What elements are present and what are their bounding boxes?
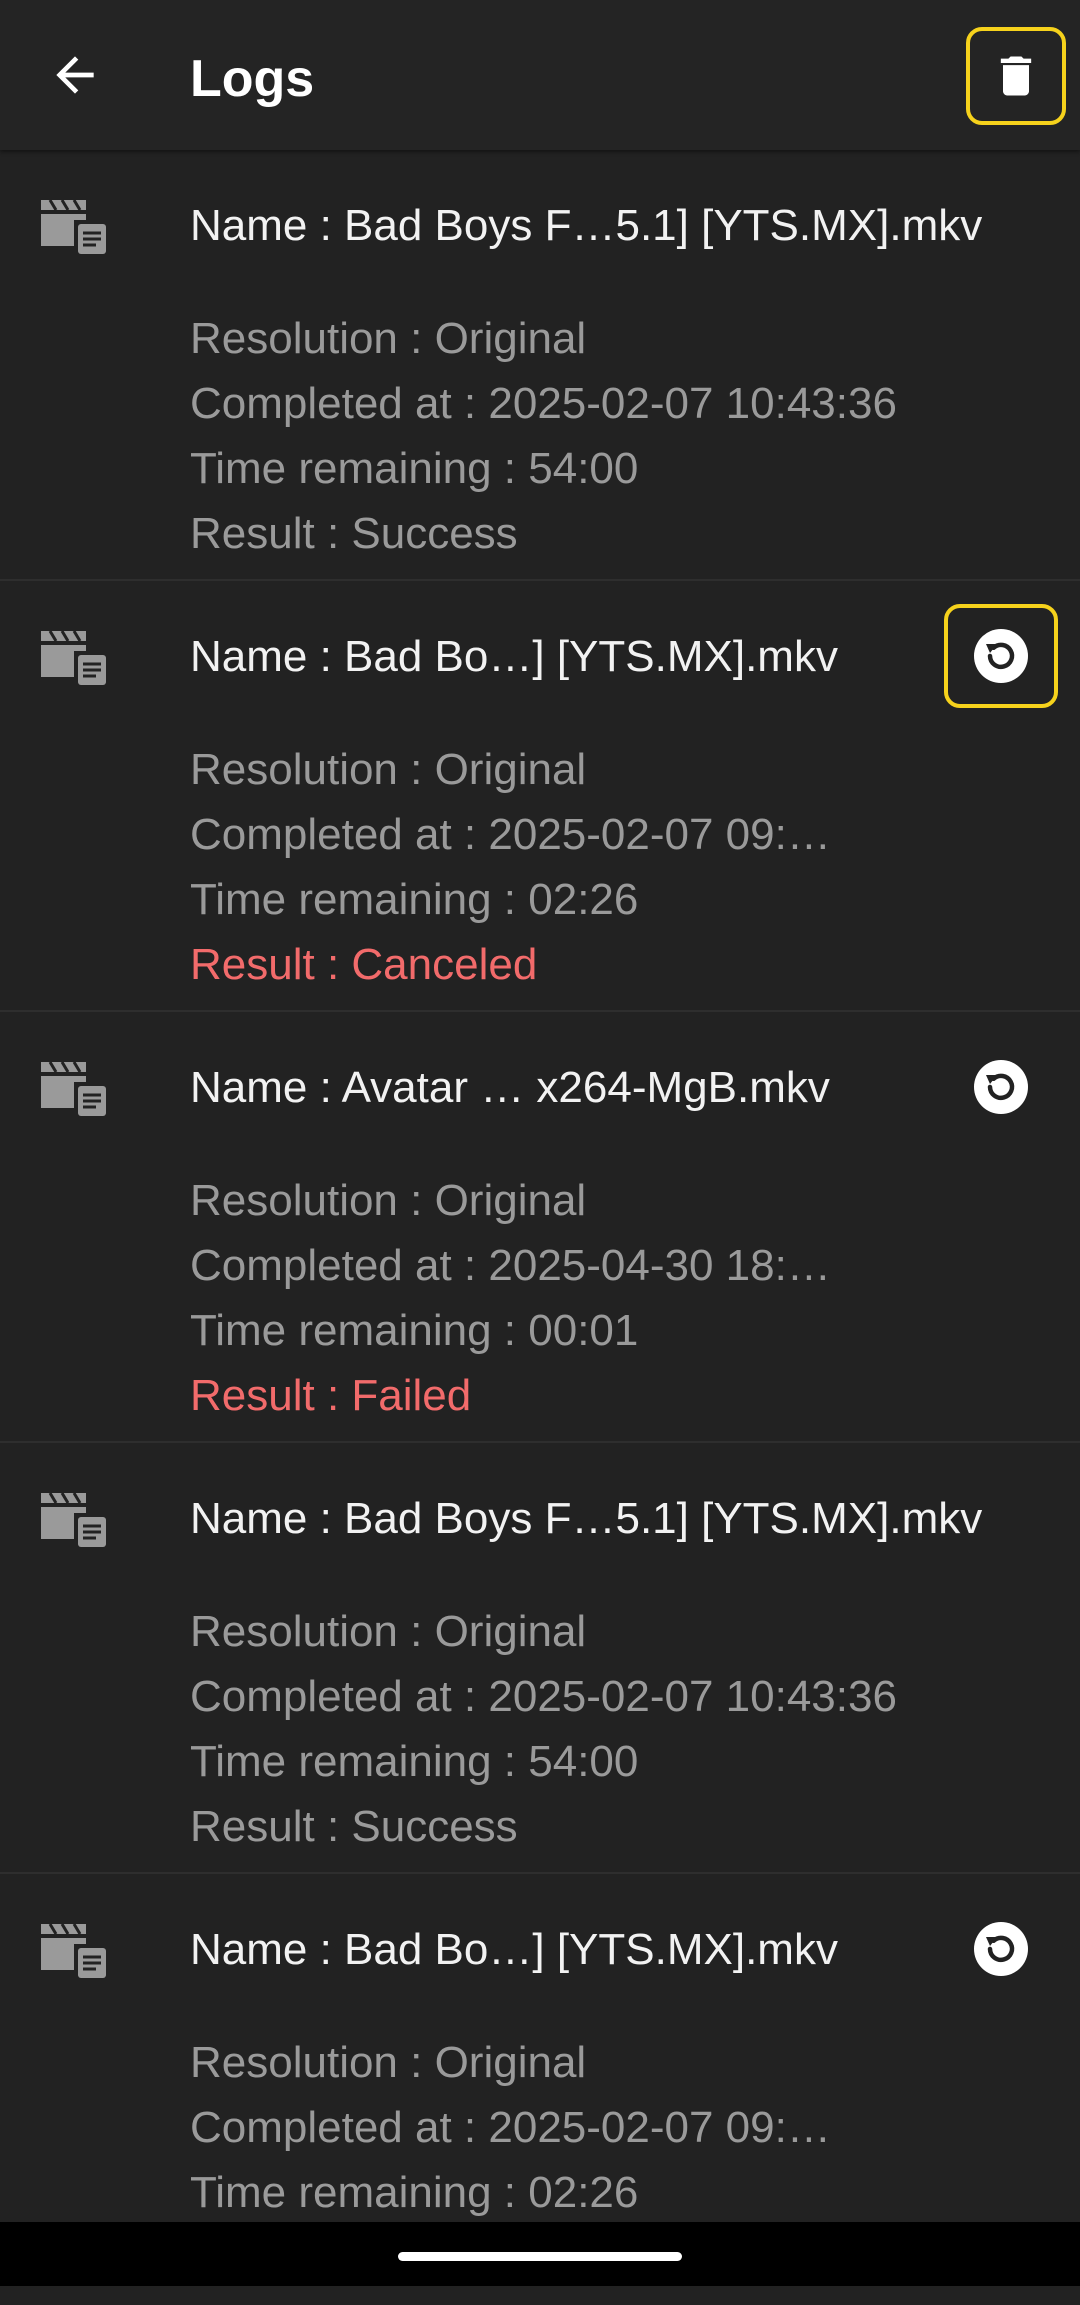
log-item-name: Name : Avatar … x264-MgB.mkv bbox=[190, 1063, 830, 1112]
retry-button[interactable] bbox=[944, 1897, 1058, 2001]
time-remaining-text: Time remaining : 54:00 bbox=[190, 1737, 639, 1786]
completed-at-text: Completed at : 2025-04-30 18:… bbox=[190, 1241, 831, 1290]
log-item-details: Resolution : Original Completed at : 202… bbox=[190, 306, 897, 566]
page-title: Logs bbox=[190, 50, 315, 108]
completed-at-text: Completed at : 2025-02-07 10:43:36 bbox=[190, 379, 897, 428]
time-remaining-text: Time remaining : 02:26 bbox=[190, 2168, 639, 2217]
video-file-icon bbox=[41, 630, 106, 685]
resolution-text: Resolution : Original bbox=[190, 2038, 587, 2087]
delete-all-button[interactable] bbox=[966, 27, 1066, 125]
result-text: Result : Failed bbox=[190, 1371, 472, 1420]
resolution-text: Resolution : Original bbox=[190, 1607, 587, 1656]
log-list: Name : Bad Boys F…5.1] [YTS.MX].mkv Reso… bbox=[0, 150, 1080, 2305]
time-remaining-text: Time remaining : 54:00 bbox=[190, 444, 639, 493]
back-button[interactable] bbox=[40, 40, 110, 110]
log-item[interactable]: Name : Bad Boys F…5.1] [YTS.MX].mkv Reso… bbox=[0, 150, 1080, 581]
resolution-text: Resolution : Original bbox=[190, 1176, 587, 1225]
result-text: Result : Success bbox=[190, 1802, 518, 1851]
home-gesture-handle[interactable] bbox=[398, 2252, 682, 2261]
completed-at-text: Completed at : 2025-02-07 09:… bbox=[190, 810, 831, 859]
time-remaining-text: Time remaining : 00:01 bbox=[190, 1306, 639, 1355]
video-file-icon bbox=[41, 1492, 106, 1547]
trash-icon bbox=[1000, 56, 1032, 96]
retry-button[interactable] bbox=[944, 1035, 1058, 1139]
log-item-name: Name : Bad Bo…] [YTS.MX].mkv bbox=[190, 632, 838, 681]
log-item-details: Resolution : Original Completed at : 202… bbox=[190, 737, 831, 997]
video-file-icon bbox=[41, 199, 106, 254]
video-file-icon bbox=[41, 1923, 106, 1978]
completed-at-text: Completed at : 2025-02-07 09:… bbox=[190, 2103, 831, 2152]
time-remaining-text: Time remaining : 02:26 bbox=[190, 875, 639, 924]
result-text: Result : Canceled bbox=[190, 940, 538, 989]
log-item-details: Resolution : Original Completed at : 202… bbox=[190, 1168, 831, 1428]
log-item-name: Name : Bad Boys F…5.1] [YTS.MX].mkv bbox=[190, 201, 983, 250]
retry-icon bbox=[974, 629, 1028, 683]
log-item-details: Resolution : Original Completed at : 202… bbox=[190, 2030, 831, 2225]
log-item[interactable]: Name : Avatar … x264-MgB.mkv Resolution … bbox=[0, 1012, 1080, 1443]
log-item-name: Name : Bad Bo…] [YTS.MX].mkv bbox=[190, 1925, 838, 1974]
resolution-text: Resolution : Original bbox=[190, 745, 587, 794]
log-item-details: Resolution : Original Completed at : 202… bbox=[190, 1599, 897, 1859]
result-text: Result : Success bbox=[190, 509, 518, 558]
log-item[interactable]: Name : Bad Bo…] [YTS.MX].mkv Resolution … bbox=[0, 581, 1080, 1012]
log-item[interactable]: Name : Bad Boys F…5.1] [YTS.MX].mkv Reso… bbox=[0, 1443, 1080, 1874]
app-bar: Logs bbox=[0, 0, 1080, 150]
retry-icon bbox=[974, 1060, 1028, 1114]
completed-at-text: Completed at : 2025-02-07 10:43:36 bbox=[190, 1672, 897, 1721]
system-navigation-bar bbox=[0, 2222, 1080, 2286]
log-item-name: Name : Bad Boys F…5.1] [YTS.MX].mkv bbox=[190, 1494, 983, 1543]
retry-icon bbox=[974, 1922, 1028, 1976]
resolution-text: Resolution : Original bbox=[190, 314, 587, 363]
video-file-icon bbox=[41, 1061, 106, 1116]
retry-button[interactable] bbox=[944, 604, 1058, 708]
arrow-back-icon bbox=[56, 56, 94, 94]
